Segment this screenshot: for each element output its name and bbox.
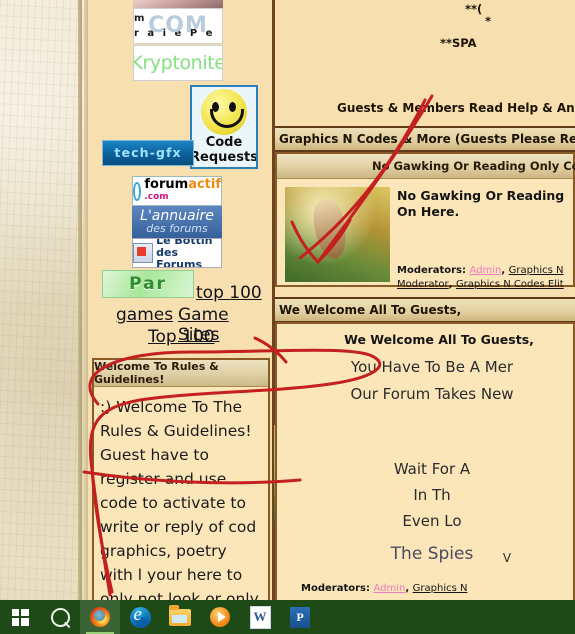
announcement-line-2: * — [485, 14, 492, 28]
sidebar-banner-column: COM C e t v - o m r a i e P e s Kryptoni… — [88, 0, 272, 600]
forum-welcome-body-line-1: You Have To Be A Mer — [350, 358, 514, 376]
link-top-100-b[interactable]: Top 100 — [148, 327, 215, 347]
rules-box-header: Welcome To Rules & Guidelines! — [94, 360, 268, 387]
media-player-icon — [210, 607, 230, 627]
forum-welcome-small-line-3: Even Lo — [402, 512, 462, 530]
cetv-banner[interactable]: COM C e t v - o m r a i e P e s — [133, 8, 223, 44]
moderator-link-admin[interactable]: Admin — [469, 265, 501, 276]
announcement-line-1: **( — [465, 2, 483, 16]
bottin-line-2: des Forums — [156, 246, 203, 268]
category-bar-welcome[interactable]: We Welcome All To Guests, — [275, 297, 575, 323]
forum-block-no-gawking: No Gawking Or Reading Only Codes On No G… — [275, 152, 575, 290]
tech-gfx-banner[interactable]: tech-gfx — [102, 140, 194, 166]
photo-banner[interactable] — [133, 0, 223, 8]
smiley-face-icon — [201, 89, 247, 135]
category-bar-graphics[interactable]: Graphics N Codes & More (Guests Please R… — [275, 126, 575, 152]
moderator-link-elite[interactable]: Graphics N Codes Elit — [456, 279, 564, 290]
code-requests-line-2: Requests — [190, 150, 258, 165]
annuaire-line-2: des forums — [146, 222, 208, 235]
code-requests-banner[interactable]: Code Requests — [190, 85, 258, 169]
forum-welcome-small-line-2: In Th — [413, 486, 451, 504]
forum-thumbnail-fairy — [285, 187, 390, 282]
forum-block-header-label: No Gawking Or Reading Only Codes On — [372, 159, 575, 173]
forum-block-header: No Gawking Or Reading Only Codes On — [277, 154, 575, 179]
forum-title-welcome[interactable]: We Welcome All To Guests, — [301, 332, 575, 347]
rules-box-header-label: Welcome To Rules & Guidelines! — [94, 360, 219, 386]
taskbar-word-button[interactable]: W — [240, 600, 280, 634]
annuaire-line-1: L'annuaire — [140, 208, 214, 224]
link-top-100[interactable]: top 100 — [196, 283, 262, 303]
forum-moderators-row: Moderators: Admin, Graphics N Moderator,… — [397, 265, 564, 290]
file-explorer-icon — [169, 604, 191, 626]
welcome-moderator-link-admin[interactable]: Admin — [373, 583, 405, 594]
bottin-book-icon — [133, 243, 154, 263]
bottin-banner[interactable]: Le Bottin des Forums — [132, 238, 222, 268]
forum-welcome-moderators-row: Moderators: Admin, Graphics N — [301, 583, 468, 594]
forumactif-label: forumactif .com — [144, 177, 221, 203]
forum-body: COM C e t v - o m r a i e P e s Kryptoni… — [88, 0, 575, 600]
taskbar-media-player-button[interactable] — [200, 600, 240, 634]
firefox-icon — [90, 607, 110, 627]
forumactif-text-2: actif — [188, 177, 221, 192]
forumactif-banner[interactable]: forumactif .com — [132, 176, 222, 206]
forum-welcome-body-line-2: Our Forum Takes New — [350, 385, 514, 403]
forum-welcome-body: You Have To Be A Mer Our Forum Takes New — [287, 354, 575, 408]
publisher-icon: P — [290, 606, 310, 628]
browser-page-content: COM C e t v - o m r a i e P e s Kryptoni… — [0, 0, 575, 600]
forum-block-welcome: We Welcome All To Guests, You Have To Be… — [275, 322, 575, 600]
welcome-moderators-label: Moderators: — [301, 583, 370, 594]
windows-start-icon — [11, 608, 29, 626]
moderators-label: Moderators: — [397, 265, 466, 276]
taskbar-search-button[interactable] — [40, 600, 80, 634]
category-bar-graphics-label: Graphics N Codes & More (Guests Please R… — [279, 132, 575, 146]
announcement-line-3: **SPA — [440, 36, 477, 50]
code-requests-line-1: Code — [205, 135, 243, 150]
category-bar-welcome-label: We Welcome All To Guests, — [279, 303, 462, 317]
par-label: Par — [129, 274, 167, 294]
word-icon: W — [249, 605, 271, 629]
par-banner[interactable]: Par — [102, 270, 194, 298]
moderator-link-graphics-n[interactable]: Graphics N — [509, 265, 564, 276]
forumactif-logo-icon — [133, 181, 142, 201]
start-button[interactable] — [0, 600, 40, 634]
forumactif-text-3: .com — [144, 192, 169, 202]
kryptonite-banner[interactable]: Kryptonite — [133, 45, 223, 81]
taskbar-publisher-button[interactable]: P — [280, 600, 320, 634]
taskbar-edge-button[interactable] — [120, 600, 160, 634]
rules-and-guidelines-box: Welcome To Rules & Guidelines! :) Welcom… — [92, 358, 270, 600]
kryptonite-label: Kryptonite — [133, 52, 223, 74]
gutter-edge-outer — [78, 0, 82, 600]
forumactif-text-1: forum — [144, 177, 189, 192]
link-games[interactable]: games — [116, 305, 173, 325]
forum-title-no-gawking[interactable]: No Gawking Or Reading On Here. — [397, 188, 575, 220]
annuaire-banner[interactable]: L'annuaire des forums — [132, 206, 222, 238]
taskbar-firefox-button[interactable] — [80, 600, 120, 634]
rules-box-body: :) Welcome To The Rules & Guidelines! Gu… — [100, 398, 259, 600]
forum-spies-text: The Spies — [390, 544, 474, 564]
tech-gfx-label: tech-gfx — [114, 146, 182, 160]
page-left-texture — [0, 0, 88, 600]
taskbar-file-explorer-button[interactable] — [160, 600, 200, 634]
welcome-moderator-link-graphics-n[interactable]: Graphics N — [413, 583, 468, 594]
cetv-ghost-text: COM — [148, 13, 208, 38]
forum-welcome-small-line-1: Wait For A — [393, 460, 471, 478]
search-icon — [46, 603, 74, 631]
bottin-label: Le Bottin des Forums — [156, 239, 221, 268]
forum-main-column: **( * **SPA Guests & Members Read Help &… — [275, 0, 575, 600]
windows-taskbar: W P — [0, 600, 575, 634]
help-answers-header: Guests & Members Read Help & Answ — [337, 101, 575, 115]
edge-icon — [129, 606, 151, 628]
moderator-link-moderator[interactable]: Moderator — [397, 279, 449, 290]
